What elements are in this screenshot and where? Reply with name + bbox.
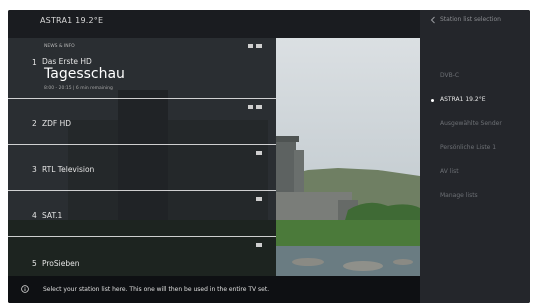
station-number: 2 (32, 119, 37, 128)
station-name: Das Erste HD (42, 57, 92, 66)
station-number: 3 (32, 165, 37, 174)
station-row[interactable]: NEWS & INFO 1 Das Erste HD Tagesschau 8:… (8, 38, 276, 99)
menu-item-manage-lists[interactable]: Manage lists (440, 192, 478, 199)
station-row[interactable]: 2 ZDF HD (8, 99, 276, 145)
station-row[interactable]: 5 ProSieben (8, 237, 276, 276)
channel-feature-icon (248, 243, 264, 248)
info-bar: Select your station list here. This one … (8, 276, 420, 303)
program-time: 8:00 - 20:15 | 6 min remaining (44, 86, 113, 91)
program-genre: NEWS & INFO (44, 44, 75, 49)
channel-feature-icon (248, 44, 264, 49)
bullet-icon (431, 99, 434, 102)
tv-screen: ASTRA1 19.2°E NEWS & INFO 1 Das Erste HD… (8, 10, 530, 303)
station-number: 5 (32, 259, 37, 268)
satellite-title: ASTRA1 19.2°E (40, 16, 104, 25)
back-icon[interactable] (430, 16, 436, 24)
station-number: 4 (32, 211, 37, 220)
channel-feature-icon (248, 197, 264, 202)
menu-item-astra[interactable]: ASTRA1 19.2°E (440, 96, 485, 103)
menu-title: Station list selection (440, 16, 501, 23)
station-list: NEWS & INFO 1 Das Erste HD Tagesschau 8:… (8, 38, 276, 276)
station-name: RTL Television (42, 165, 95, 174)
station-row[interactable]: 3 RTL Television (8, 145, 276, 191)
top-bar: ASTRA1 19.2°E (8, 10, 420, 38)
station-row[interactable]: 4 SAT.1 (8, 191, 276, 237)
info-icon (21, 285, 29, 293)
menu-item-selected-stations[interactable]: Ausgewählte Sender (440, 120, 502, 127)
list-selection-menu: Station list selection DVB-C ASTRA1 19.2… (420, 10, 530, 303)
menu-item-dvb-c[interactable]: DVB-C (440, 72, 459, 79)
channel-feature-icon (248, 151, 264, 156)
program-title: Tagesschau (44, 66, 125, 82)
menu-item-av-list[interactable]: AV list (440, 168, 459, 175)
station-name: ZDF HD (42, 119, 72, 128)
channel-feature-icon (248, 105, 264, 110)
station-number: 1 (32, 58, 37, 67)
station-name: SAT.1 (42, 211, 63, 220)
info-text: Select your station list here. This one … (43, 286, 270, 293)
menu-header[interactable]: Station list selection (420, 10, 530, 38)
station-name: ProSieben (42, 259, 80, 268)
menu-item-personal-list[interactable]: Persönliche Liste 1 (440, 144, 496, 151)
